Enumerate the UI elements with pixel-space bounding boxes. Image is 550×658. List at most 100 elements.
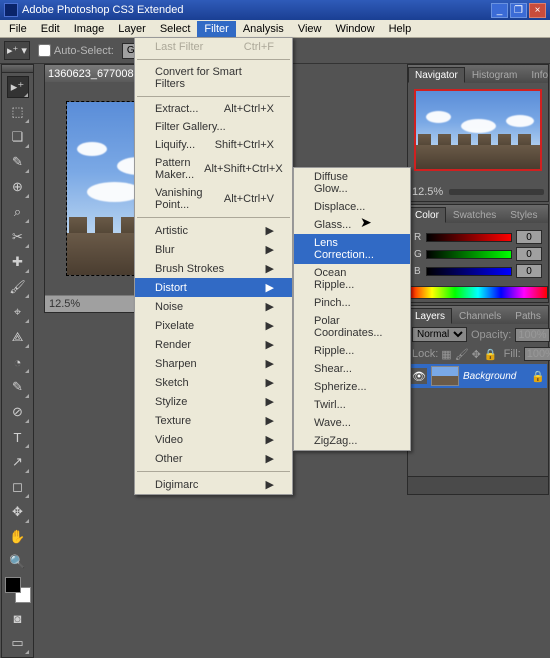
- menu-item-lens-correction-[interactable]: Lens Correction...: [294, 234, 410, 264]
- tool-17[interactable]: ✥: [7, 501, 29, 523]
- menu-file[interactable]: File: [2, 21, 34, 37]
- menu-layer[interactable]: Layer: [111, 21, 153, 37]
- nav-zoom[interactable]: 12.5%: [412, 186, 443, 198]
- menu-item-render[interactable]: Render▶: [135, 335, 292, 354]
- tool-12[interactable]: ✎: [7, 376, 29, 398]
- tool-7[interactable]: ✚: [7, 251, 29, 273]
- menu-item-ripple-[interactable]: Ripple...: [294, 342, 410, 360]
- tool-8[interactable]: 🖌: [7, 276, 29, 298]
- tool-1[interactable]: ⬚: [7, 101, 29, 123]
- menu-item-convert-for-smart-filters[interactable]: Convert for Smart Filters: [135, 63, 292, 93]
- fill-value[interactable]: 100%: [524, 347, 550, 361]
- tool-5[interactable]: ⌕: [7, 201, 29, 223]
- eye-icon[interactable]: 👁: [411, 368, 427, 384]
- lock-paint-button[interactable]: 🖌: [455, 348, 469, 361]
- menu-window[interactable]: Window: [328, 21, 381, 37]
- menu-item-pinch-[interactable]: Pinch...: [294, 294, 410, 312]
- tab-paths[interactable]: Paths: [508, 308, 548, 324]
- tab-styles[interactable]: Styles: [503, 207, 544, 223]
- navigator-preview[interactable]: [414, 89, 542, 171]
- menu-select[interactable]: Select: [153, 21, 198, 37]
- menu-item-noise[interactable]: Noise▶: [135, 297, 292, 316]
- blend-mode-select[interactable]: Normal: [412, 327, 467, 342]
- menu-item-zigzag-[interactable]: ZigZag...: [294, 432, 410, 450]
- tool-2[interactable]: ❏: [7, 126, 29, 148]
- menu-item-sharpen[interactable]: Sharpen▶: [135, 354, 292, 373]
- zoom-level[interactable]: 12.5%: [49, 298, 80, 310]
- menu-item-distort[interactable]: Distort▶: [135, 278, 292, 297]
- blue-slider[interactable]: [426, 267, 512, 276]
- menu-filter[interactable]: Filter: [197, 21, 235, 37]
- tool-16[interactable]: ◻: [7, 476, 29, 498]
- tool-9[interactable]: ⌖: [7, 301, 29, 323]
- tool-6[interactable]: ✂: [7, 226, 29, 248]
- tool-14[interactable]: T: [7, 426, 29, 448]
- menu-item-polar-coordinates-[interactable]: Polar Coordinates...: [294, 312, 410, 342]
- green-value[interactable]: 0: [516, 247, 542, 261]
- tool-3[interactable]: ✎: [7, 151, 29, 173]
- menu-help[interactable]: Help: [382, 21, 419, 37]
- menu-item-sketch[interactable]: Sketch▶: [135, 373, 292, 392]
- lock-all-button[interactable]: 🔒: [484, 348, 498, 361]
- lock-transparent-button[interactable]: ▦: [441, 348, 451, 361]
- menu-item-extract-[interactable]: Extract...Alt+Ctrl+X: [135, 100, 292, 118]
- layer-background[interactable]: 👁 Background 🔒: [409, 364, 547, 388]
- tool-11[interactable]: ◔: [7, 351, 29, 373]
- menu-item-artistic[interactable]: Artistic▶: [135, 221, 292, 240]
- tool-4[interactable]: ⊕: [7, 176, 29, 198]
- menu-item-wave-[interactable]: Wave...: [294, 414, 410, 432]
- menu-item-blur[interactable]: Blur▶: [135, 240, 292, 259]
- menu-item-ocean-ripple-[interactable]: Ocean Ripple...: [294, 264, 410, 294]
- hue-strip[interactable]: [408, 286, 548, 299]
- autoselect-check[interactable]: Auto-Select:: [34, 44, 118, 57]
- maximize-button[interactable]: ❐: [510, 3, 527, 18]
- tab-color[interactable]: Color: [408, 207, 446, 223]
- tool-19[interactable]: 🔍: [7, 551, 29, 573]
- menu-item-glass-[interactable]: Glass...: [294, 216, 410, 234]
- tool-15[interactable]: ↗: [7, 451, 29, 473]
- tab-layers[interactable]: Layers: [408, 308, 452, 324]
- menu-item-other[interactable]: Other▶: [135, 449, 292, 468]
- menu-item-video[interactable]: Video▶: [135, 430, 292, 449]
- quick-mask-button[interactable]: ◙: [7, 607, 29, 629]
- menu-item-spherize-[interactable]: Spherize...: [294, 378, 410, 396]
- menu-item-digimarc[interactable]: Digimarc▶: [135, 475, 292, 494]
- minimize-button[interactable]: _: [491, 3, 508, 18]
- tab-channels[interactable]: Channels: [452, 308, 508, 324]
- lock-position-button[interactable]: ✥: [472, 348, 481, 361]
- menu-item-diffuse-glow-[interactable]: Diffuse Glow...: [294, 168, 410, 198]
- menu-item-filter-gallery-[interactable]: Filter Gallery...: [135, 118, 292, 136]
- menu-item-twirl-[interactable]: Twirl...: [294, 396, 410, 414]
- menu-image[interactable]: Image: [67, 21, 112, 37]
- tool-13[interactable]: ⊘: [7, 401, 29, 423]
- tab-navigator[interactable]: Navigator: [408, 67, 465, 83]
- menu-item-shear-[interactable]: Shear...: [294, 360, 410, 378]
- tool-0[interactable]: ▸⁺: [7, 76, 29, 98]
- menu-item-texture[interactable]: Texture▶: [135, 411, 292, 430]
- tool-10[interactable]: ⟁: [7, 326, 29, 348]
- menu-view[interactable]: View: [291, 21, 329, 37]
- move-tool-preset[interactable]: ▸⁺ ▾: [4, 41, 30, 60]
- opacity-value[interactable]: 100%: [515, 328, 549, 342]
- menu-item-liquify-[interactable]: Liquify...Shift+Ctrl+X: [135, 136, 292, 154]
- nav-zoom-slider[interactable]: [449, 189, 544, 195]
- menu-item-displace-[interactable]: Displace...: [294, 198, 410, 216]
- tool-18[interactable]: ✋: [7, 526, 29, 548]
- blue-value[interactable]: 0: [516, 264, 542, 278]
- tab-info[interactable]: Info: [524, 67, 550, 83]
- tab-swatches[interactable]: Swatches: [446, 207, 503, 223]
- menu-item-pixelate[interactable]: Pixelate▶: [135, 316, 292, 335]
- menu-item-brush-strokes[interactable]: Brush Strokes▶: [135, 259, 292, 278]
- red-slider[interactable]: [426, 233, 512, 242]
- menu-item-vanishing-point-[interactable]: Vanishing Point...Alt+Ctrl+V: [135, 184, 292, 214]
- menu-item-pattern-maker-[interactable]: Pattern Maker...Alt+Shift+Ctrl+X: [135, 154, 292, 184]
- menu-edit[interactable]: Edit: [34, 21, 67, 37]
- screen-mode-button[interactable]: ▭: [7, 632, 29, 654]
- close-button[interactable]: ×: [529, 3, 546, 18]
- menu-item-stylize[interactable]: Stylize▶: [135, 392, 292, 411]
- menu-analysis[interactable]: Analysis: [236, 21, 291, 37]
- green-slider[interactable]: [426, 250, 512, 259]
- color-swatches[interactable]: [5, 577, 31, 603]
- tab-histogram[interactable]: Histogram: [465, 67, 525, 83]
- red-value[interactable]: 0: [516, 230, 542, 244]
